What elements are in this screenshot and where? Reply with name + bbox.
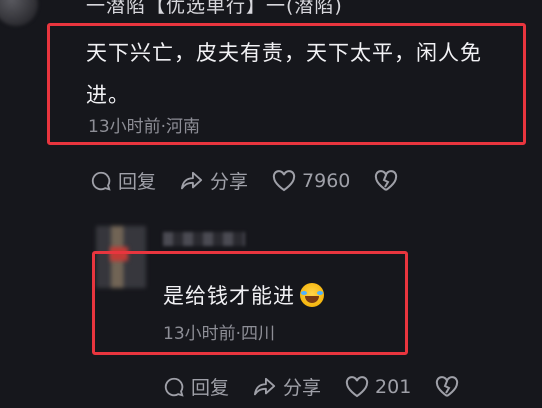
comment-actions: 回复 分享 7960 bbox=[90, 167, 428, 194]
comment-meta: 13小时前·河南 bbox=[88, 117, 201, 137]
avatar[interactable] bbox=[0, 0, 38, 26]
broken-heart-icon bbox=[436, 375, 459, 397]
like-count: 7960 bbox=[302, 169, 351, 192]
share-label: 分享 bbox=[283, 377, 322, 399]
share-icon bbox=[181, 171, 203, 189]
reply-button[interactable]: 回复 bbox=[163, 373, 229, 400]
dislike-button[interactable] bbox=[435, 375, 465, 398]
crying-laughing-emoji-icon bbox=[300, 283, 324, 307]
share-button[interactable]: 分享 bbox=[253, 373, 321, 400]
like-button[interactable]: 7960 bbox=[272, 170, 350, 192]
share-label: 分享 bbox=[210, 171, 249, 193]
share-icon bbox=[254, 377, 276, 395]
heart-icon bbox=[272, 169, 296, 191]
reply-label: 回复 bbox=[118, 171, 157, 193]
heart-icon bbox=[345, 375, 369, 397]
reply-icon bbox=[91, 171, 111, 191]
like-count: 201 bbox=[375, 375, 412, 398]
comment-text: 是给钱才能进 bbox=[163, 284, 295, 308]
comment-actions: 回复 分享 201 bbox=[163, 373, 489, 400]
share-button[interactable]: 分享 bbox=[180, 167, 248, 194]
comment-text: 天下兴亡，皮夫有责，天下太平，闲人免进。 bbox=[86, 41, 482, 107]
like-button[interactable]: 201 bbox=[345, 376, 411, 398]
broken-heart-icon bbox=[375, 169, 398, 191]
reply-icon bbox=[164, 377, 184, 397]
parent-comment-header: 一潜陷【优选单行】一(潜陷) bbox=[86, 0, 343, 17]
dislike-button[interactable] bbox=[374, 169, 404, 192]
reply-label: 回复 bbox=[191, 377, 230, 399]
username-blurred[interactable] bbox=[163, 232, 245, 246]
comment-meta: 13小时前·四川 bbox=[163, 324, 276, 344]
reply-button[interactable]: 回复 bbox=[90, 167, 156, 194]
comment-text-row: 是给钱才能进 bbox=[163, 280, 324, 310]
